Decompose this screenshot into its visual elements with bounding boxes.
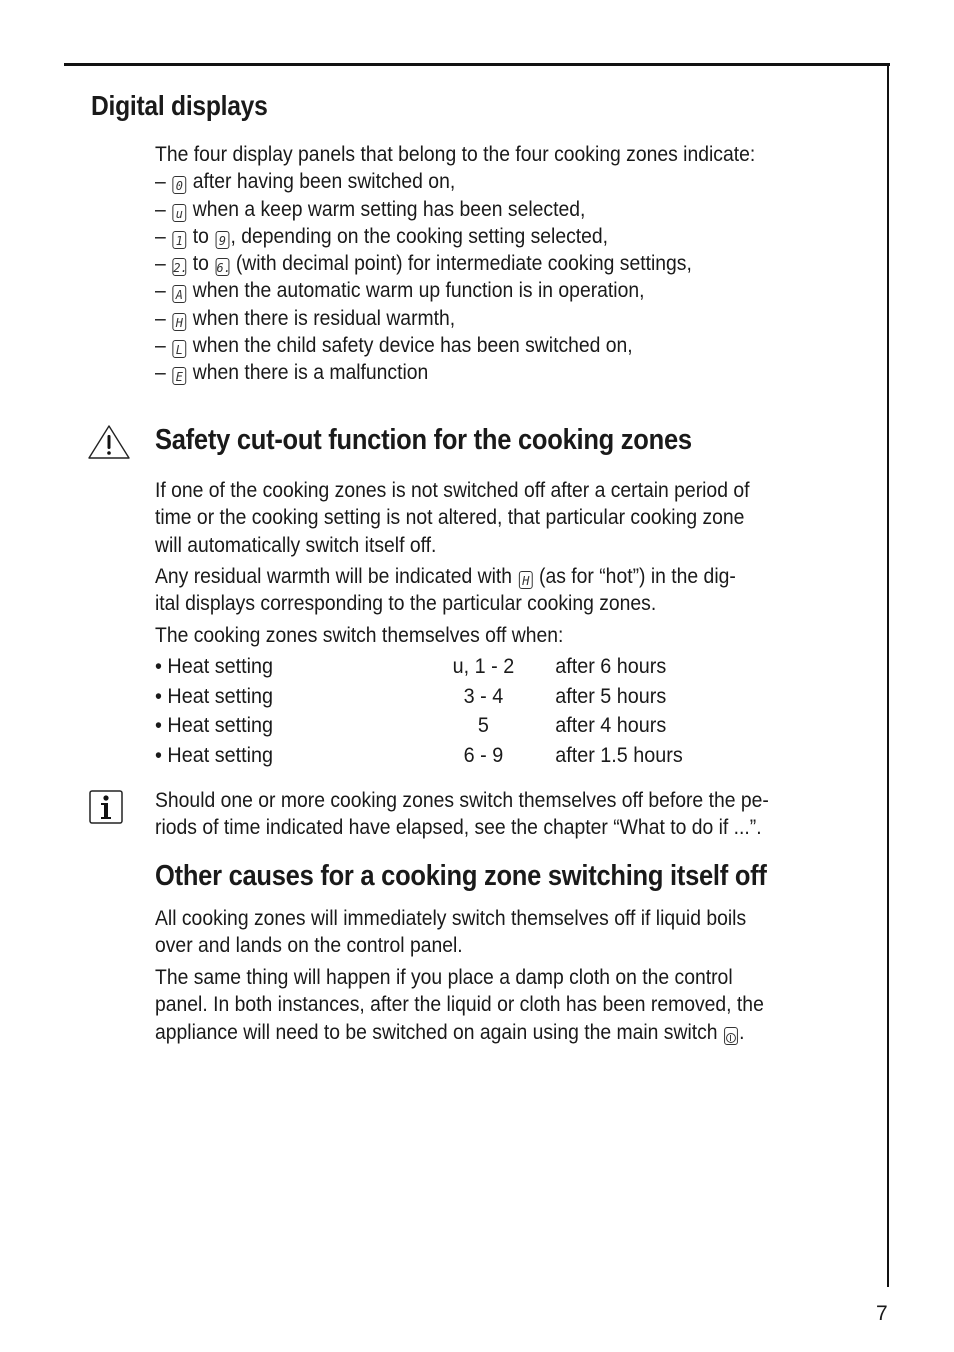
display-symbol-icon: L — [172, 340, 187, 359]
display-symbol-icon: 6. — [215, 258, 231, 277]
safety-cutout-para1: If one of the cooking zones is not switc… — [155, 478, 750, 557]
heading-digital-displays: Digital displays — [91, 90, 268, 121]
other-causes-para2: The same thing will happen if you place … — [155, 965, 764, 1045]
digital-displays-intro: The four display panels that belong to t… — [155, 142, 756, 166]
display-symbol-icon: H — [172, 312, 187, 331]
display-item: – 2. to 6. (with decimal point) for inte… — [155, 251, 692, 277]
display-symbol-icon: H — [518, 571, 533, 589]
display-symbol-icon: 9 — [215, 230, 230, 249]
safety-cutout-para2: Any residual warmth will be indicated wi… — [155, 564, 736, 616]
heading-other-causes: Other causes for a cooking zone switchin… — [155, 860, 767, 892]
display-symbol-icon: E — [172, 367, 187, 386]
display-symbol-icon: u — [172, 203, 187, 222]
other-causes-para1: All cooking zones will immediately switc… — [155, 906, 747, 958]
display-item: – 0 after having been switched on, — [155, 169, 456, 195]
top-rule — [64, 63, 890, 66]
display-item: – H when there is residual warmth, — [155, 305, 456, 331]
display-item: – A when the automatic warm up function … — [155, 278, 645, 304]
display-symbol-icon: 0 — [172, 176, 187, 195]
display-symbol-icon: A — [172, 285, 187, 304]
safety-cutout-para3: The cooking zones switch themselves off … — [155, 623, 564, 647]
power-switch-icon — [724, 1026, 738, 1045]
display-symbol-icon: 2. — [172, 258, 188, 277]
display-symbol-icon: 1 — [172, 230, 187, 249]
heading-safety-cutout: Safety cut-out function for the cooking … — [155, 424, 692, 456]
right-rule — [887, 63, 889, 1287]
warning-triangle-icon — [88, 425, 130, 459]
display-item: – 1 to 9, depending on the cooking setti… — [155, 223, 609, 249]
display-item: – u when a keep warm setting has been se… — [155, 196, 586, 222]
display-item: – E when there is a malfunction — [155, 360, 429, 386]
digital-displays-body: The four display panels that belong to t… — [155, 141, 755, 387]
page-number: 7 — [876, 1302, 888, 1325]
display-item: – L when the child safety device has bee… — [155, 333, 633, 359]
info-icon — [89, 790, 123, 824]
info-note-text: Should one or more cooking zones switch … — [155, 788, 769, 840]
